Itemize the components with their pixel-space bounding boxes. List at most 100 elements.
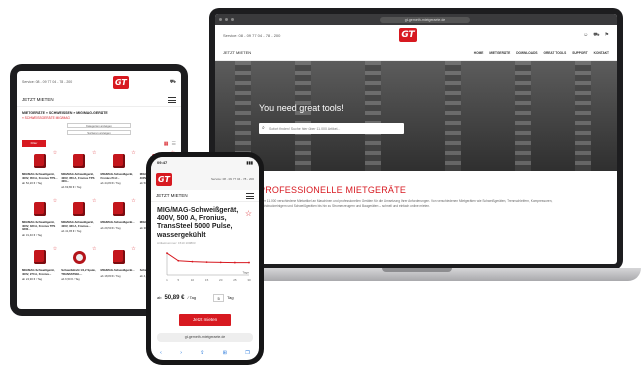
phone-status-bar: 09:47 ▮▮▮ — [151, 157, 259, 168]
brand-tagline[interactable]: JETZT MIETEN — [22, 97, 54, 102]
tablet-navigation: JETZT MIETEN — [17, 93, 181, 107]
filter-button[interactable]: Filter — [22, 140, 46, 147]
menu-icon[interactable] — [246, 192, 254, 199]
nav-item-great-tools[interactable]: GREAT TOOLS — [544, 51, 567, 55]
wishlist-star-icon[interactable]: ☆ — [245, 209, 252, 218]
window-minimize-icon[interactable] — [225, 18, 228, 21]
price-point — [233, 261, 236, 264]
menu-icon[interactable] — [168, 96, 176, 103]
nav-item-kontakt[interactable]: KONTAKT — [594, 51, 609, 55]
window-close-icon[interactable] — [219, 18, 222, 21]
product-price: ab 41,95 € / Tag — [61, 229, 82, 233]
product-name[interactable]: MIG/MAG-Schweißgerät, 400V, 330 A, Froni… — [22, 220, 58, 232]
signal-icon: ▮▮▮ — [246, 160, 253, 165]
share-icon[interactable]: ⇪ — [200, 350, 204, 356]
product-name[interactable]: MIG/MAG-Schweißgerät... — [101, 268, 137, 273]
status-time: 09:47 — [157, 160, 168, 165]
product-thumbnail — [112, 154, 125, 168]
product-name[interactable]: MIG/MAG-Schweißgerät, Fronius Prof... — [101, 172, 137, 180]
x-tick-label: 5 — [177, 278, 179, 282]
hero-search-input[interactable]: ⌕ Sofort finden! Suche hier über 11.000 … — [259, 123, 404, 134]
window-zoom-icon[interactable] — [231, 18, 234, 21]
x-tick-label: 20 — [219, 278, 223, 282]
back-icon[interactable]: ‹ — [160, 350, 162, 356]
product-card[interactable]: ☆ MIG/MAG-Schweißgerät, 400V, 350 A, Fron… — [22, 150, 58, 194]
product-card[interactable]: ☆ MIG/MAG-Schweißgerät, 400V, 270 A, Fron… — [22, 246, 58, 290]
wishlist-star-icon[interactable]: ☆ — [131, 247, 135, 252]
wishlist-star-icon[interactable]: ☆ — [92, 247, 96, 252]
wishlist-star-icon[interactable]: ☆ — [53, 199, 57, 204]
tablet-topbar: Service: 08 - 09 77 04 - 78 - 200 GT ⛟ — [17, 71, 181, 93]
product-name[interactable]: MIG/MAG-Schweißgerät, 400V, 270 A, Froni… — [22, 268, 58, 276]
gt-logo[interactable]: GT — [112, 75, 129, 89]
product-card[interactable]: ☆ MIG/MAG-Schweißgerät, Fronius Prof... ab… — [101, 150, 137, 194]
price-value: 50,89 € — [164, 294, 185, 301]
product-name[interactable]: MIG/MAG-Schweißgerät, 400V, 350 A, Froni… — [22, 172, 58, 180]
brand-tagline[interactable]: JETZT MIETEN — [156, 193, 188, 198]
product-thumbnail — [112, 250, 125, 264]
breadcrumb[interactable]: MIETGERÄTE » SCHWEISSEN » MIG/MAG-GERÄTE — [17, 107, 181, 115]
nav-item-support[interactable]: SUPPORT — [572, 51, 587, 55]
device-mockup-scene: gt-gerneth-mietgeraete.de Service: 08 - … — [0, 0, 641, 367]
rent-now-button[interactable]: Jetzt mieten — [179, 313, 231, 326]
shelf-image — [575, 61, 591, 171]
phone-screen: 09:47 ▮▮▮ GT Service: 08 - 09 77 04 - 78… — [151, 157, 259, 360]
product-thumbnail — [34, 250, 47, 264]
wishlist-star-icon[interactable]: ☆ — [131, 199, 135, 204]
product-card[interactable]: ☆ MIG/MAG-Schweißgerät... ab 29,50 € / Tag — [101, 198, 137, 242]
wishlist-star-icon[interactable]: ☆ — [92, 199, 96, 204]
sub-breadcrumb[interactable]: » SCHWEISSGERÄTE MIG/MAG — [17, 115, 181, 121]
language-icon[interactable]: ⚑ — [605, 32, 609, 39]
product-name[interactable]: MIG/MAG-Schweißgerät, 400V, 350 A, Froni… — [61, 172, 97, 184]
site-topbar: Service: 08 - 09 77 04 - 78 - 200 GT ☺ ⛟… — [215, 25, 617, 45]
sort-select[interactable]: Sortieren anzeigen — [67, 130, 131, 135]
cart-icon[interactable]: ⛟ — [170, 79, 176, 86]
service-phone[interactable]: Service: 08 - 09 77 04 - 78 - 200 — [22, 80, 72, 84]
price-point — [177, 259, 180, 262]
phone-navigation: JETZT MIETEN — [151, 190, 259, 202]
service-phone[interactable]: Service: 08 - 09 77 04 - 78 - 200 — [211, 177, 254, 181]
product-card[interactable]: ☆ MIG/MAG-Schweißgerät, 400V, 330 A, Fron… — [22, 198, 58, 242]
brand-tagline[interactable]: JETZT MIETEN — [223, 50, 251, 55]
address-bar[interactable]: gt-gerneth-mietgeraete.de — [380, 16, 470, 23]
x-tick-label: 25 — [233, 278, 237, 282]
product-name[interactable]: MIG/MAG-Schweißgerät... — [101, 220, 137, 225]
header-icons: ☺ ⛟ ⚑ — [583, 32, 609, 39]
price-point — [219, 261, 222, 264]
phone-address-bar[interactable]: gt-gerneth-mietgeraete.de — [157, 333, 253, 342]
wishlist-star-icon[interactable]: ☆ — [92, 151, 96, 156]
wishlist-star-icon[interactable]: ☆ — [53, 247, 57, 252]
product-name[interactable]: MIG/MAG-Schweißgerät, 400V, 320 A, Froni… — [61, 220, 97, 228]
product-card[interactable]: ☆ MIG/MAG-Schweißgerät... ab 18,80 € / Tag — [101, 246, 137, 290]
bookmarks-icon[interactable]: ⊞ — [223, 350, 227, 356]
category-select[interactable]: Kategorien anzeigen — [67, 123, 131, 128]
product-price: ab 69,80 € / Tag — [61, 184, 82, 189]
gt-logo[interactable]: GT — [399, 28, 417, 42]
forward-icon[interactable]: › — [180, 350, 182, 356]
list-view-icon[interactable]: ☰ — [172, 141, 176, 147]
cart-icon[interactable]: ⛟ — [593, 32, 599, 39]
gt-logo[interactable]: GT — [156, 172, 172, 186]
product-card[interactable]: ☆ MIG/MAG-Schweißgerät, 400V, 320 A, Fron… — [61, 198, 97, 242]
service-phone[interactable]: Service: 08 - 09 77 04 - 78 - 200 — [223, 33, 280, 38]
nav-item-mietgeraete[interactable]: MIETGERÄTE — [489, 51, 510, 55]
product-card[interactable]: ☆ Schweißdraht 1/1,2 Spule, TRANSSTEEL...… — [61, 246, 97, 290]
product-card[interactable]: ☆ MIG/MAG-Schweißgerät, 400V, 350 A, Fron… — [61, 150, 97, 194]
main-navigation: JETZT MIETEN HOME MIETGERÄTE DOWNLOADS G… — [215, 45, 617, 61]
product-name[interactable]: Schweißdraht 1/1,2 Spule, TRANSSTEEL... — [61, 268, 97, 276]
wishlist-star-icon[interactable]: ☆ — [131, 151, 135, 156]
product-thumbnail — [73, 154, 86, 168]
user-icon[interactable]: ☺ — [583, 32, 588, 39]
tabs-icon[interactable]: ❐ — [245, 350, 249, 356]
product-price: ab 29,50 € / Tag — [100, 225, 121, 230]
nav-item-downloads[interactable]: DOWNLOADS — [516, 51, 537, 55]
phone-frame: 09:47 ▮▮▮ GT Service: 08 - 09 77 04 - 78… — [146, 152, 264, 365]
x-axis-label: Tage — [242, 270, 249, 274]
quantity-input[interactable]: 5 — [213, 293, 225, 302]
grid-view-icon[interactable]: ▦ — [164, 141, 169, 147]
product-price: ab 31,40 € / Tag — [22, 232, 43, 237]
product-thumbnail — [34, 154, 47, 168]
nav-item-home[interactable]: HOME — [474, 51, 484, 55]
section-title: PROFESSIONELLE MIETGERÄTE — [259, 185, 407, 195]
wishlist-star-icon[interactable]: ☆ — [53, 151, 57, 156]
